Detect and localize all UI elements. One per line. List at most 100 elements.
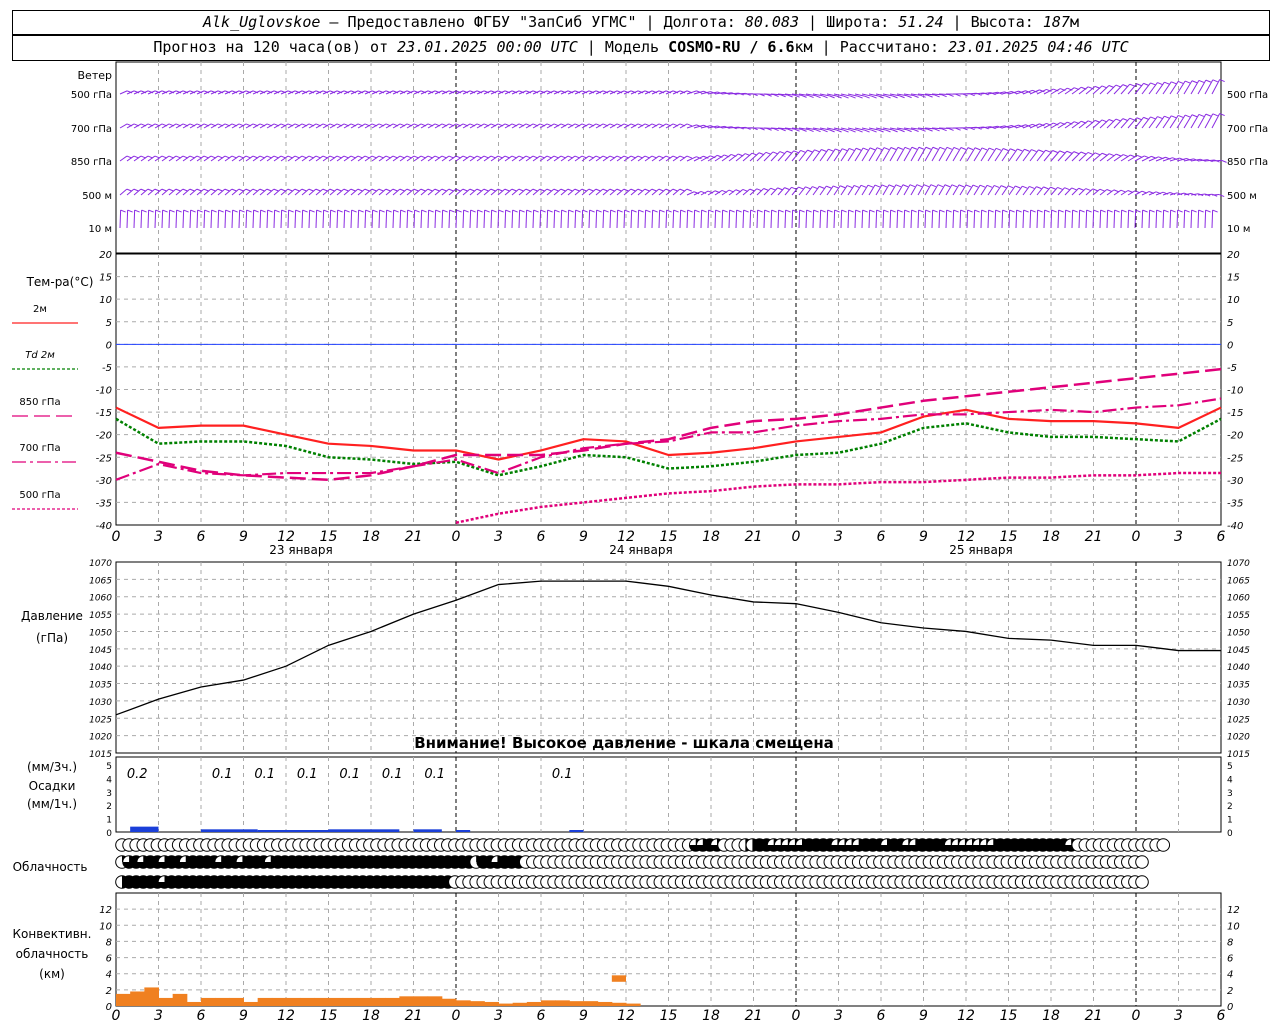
wind-barb: [924, 210, 927, 229]
wind-barb-feather: [927, 128, 933, 132]
wind-barb: [294, 210, 297, 229]
wind-barb-feather: [274, 209, 280, 213]
wind-barb-feather: [794, 128, 800, 132]
hour-tick-label: 21: [745, 529, 763, 545]
wind-barb: [616, 210, 619, 229]
hour-tick-label: 6: [1217, 1008, 1226, 1024]
wind-barb: [784, 210, 787, 229]
wind-barb-feather: [511, 188, 517, 192]
wind-barb: [1043, 210, 1046, 229]
wind-barb-feather: [925, 146, 932, 150]
wind-barb: [665, 210, 668, 229]
wind-barb-feather: [779, 151, 786, 154]
wind-barb-feather: [794, 94, 800, 98]
wind-barb-feather: [1064, 187, 1070, 191]
temp-ytick-right: -35: [1227, 498, 1243, 509]
wind-barb-feather: [1030, 209, 1036, 213]
wind-barb-feather: [581, 188, 587, 192]
wind-barb-feather: [836, 129, 842, 133]
wind-barb: [1015, 148, 1025, 162]
wind-barb-feather: [351, 209, 357, 213]
hour-tick-label: 15: [660, 1008, 678, 1024]
wind-barb-feather: [379, 209, 385, 213]
wind-barb: [651, 210, 654, 229]
wind-barb: [728, 210, 731, 229]
wind-barb-feather: [941, 128, 947, 132]
conv-bar: [257, 997, 273, 1006]
pressure-ytick-right: 1025: [1227, 715, 1250, 725]
wind-barb: [553, 210, 556, 229]
precip-value-label: 0.1: [424, 767, 445, 782]
wind-barb-feather: [885, 95, 891, 99]
precip-value-label: 0.1: [254, 767, 275, 782]
wind-barb: [1001, 210, 1004, 229]
wind-barb-feather: [302, 209, 308, 213]
conv-bar: [271, 997, 287, 1006]
wind-barb-feather: [652, 209, 658, 213]
wind-barb-feather: [757, 209, 763, 213]
wind-barb-feather: [944, 184, 951, 188]
wind-barb-feather: [850, 129, 856, 133]
wind-barb-feather: [1219, 194, 1225, 197]
wind-barb-feather: [793, 150, 799, 154]
wind-barb-feather: [986, 184, 993, 188]
wind-barb: [210, 210, 213, 229]
wind-barb: [959, 147, 969, 162]
wind-barb-feather: [701, 209, 707, 213]
wind-barb-feather: [470, 209, 476, 213]
conv-bar: [314, 997, 329, 1006]
wind-barb-feather: [763, 188, 769, 191]
wind-barb: [1211, 159, 1222, 162]
wind-barb: [245, 210, 248, 229]
wind-barb-feather: [616, 188, 622, 192]
wind-barb-feather: [1164, 115, 1170, 119]
conv-bar: [399, 996, 414, 1006]
wind-barb-feather: [842, 148, 848, 152]
hour-tick-label: 9: [579, 1008, 588, 1024]
wind-barb-feather: [1143, 82, 1149, 86]
wind-barb-feather: [897, 209, 903, 213]
conv-bar: [371, 997, 386, 1006]
hour-tick-label: 0: [1132, 1008, 1141, 1024]
wind-barb: [525, 210, 528, 229]
temp-ytick-right: -25: [1227, 453, 1243, 464]
temp-ytick-right: 20: [1227, 250, 1240, 261]
wind-barb: [546, 210, 549, 229]
wind-barb-feather: [582, 209, 588, 213]
hour-tick-label: 18: [702, 1008, 720, 1024]
wind-barb-feather: [211, 209, 217, 213]
wind-barb-feather: [694, 209, 700, 213]
wind-barb: [511, 210, 514, 229]
pressure-ytick-left: 1030: [89, 698, 112, 708]
wind-barb: [371, 210, 374, 229]
wind-barb-feather: [505, 209, 511, 213]
wind-barb: [1197, 79, 1207, 95]
wind-barb: [1141, 210, 1144, 229]
wind-barb-feather: [1080, 151, 1087, 155]
wind-barb: [175, 210, 178, 229]
wind-barb-feather: [322, 188, 328, 192]
wind-barb-feather: [490, 188, 496, 192]
pressure-ytick-right: 1035: [1227, 681, 1250, 691]
precip-ytick-right: 5: [1227, 762, 1233, 772]
wind-barb-feather: [476, 188, 482, 192]
hour-tick-label: 18: [702, 529, 720, 545]
wind-barb-feather: [892, 95, 898, 99]
wind-barb-feather: [1198, 209, 1204, 213]
temp-label: Тем-ра(°С): [26, 275, 94, 289]
conv-ytick-right: 0: [1227, 1002, 1233, 1013]
wind-barb-feather: [596, 209, 602, 213]
wind-barb-feather: [1002, 209, 1008, 213]
wind-barb-feather: [1023, 209, 1029, 213]
wind-barb-feather: [659, 209, 665, 213]
wind-barb-feather: [1009, 209, 1015, 213]
wind-barb-feather: [792, 209, 798, 213]
temp-ytick-right: 5: [1227, 318, 1233, 329]
hour-tick-label: 3: [494, 1008, 503, 1024]
pressure-ytick-right: 1030: [1227, 698, 1250, 708]
wind-barb-feather: [1184, 209, 1190, 213]
wind-barb: [133, 210, 136, 229]
precip-bar: [201, 829, 258, 832]
wind-barb: [763, 210, 766, 229]
conv-bar: [541, 1000, 556, 1006]
